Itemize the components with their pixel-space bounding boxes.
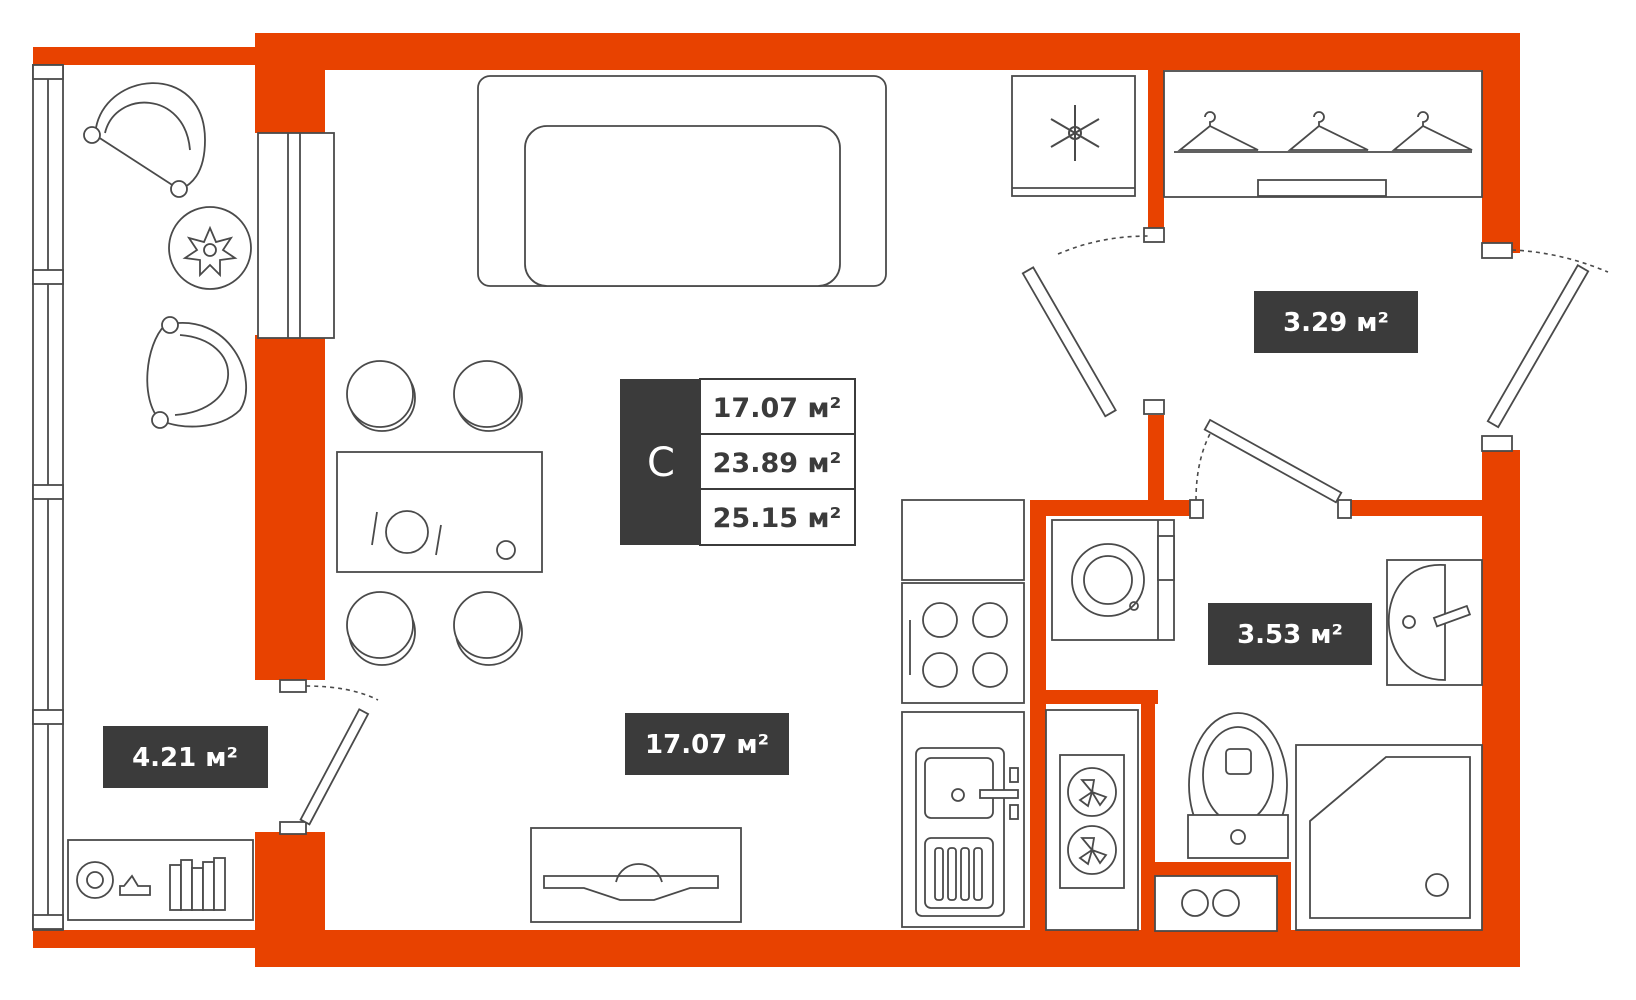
sink-icon xyxy=(901,711,1025,928)
kitchen xyxy=(901,499,1025,928)
shower-icon xyxy=(1295,744,1483,931)
summary-table: С 17.07 м² 23.89 м² 25.15 м² xyxy=(620,378,856,546)
summary-area-living: 17.07 м² xyxy=(713,393,842,424)
dining-set xyxy=(336,360,543,666)
hall-area-label: 3.29 м² xyxy=(1283,308,1389,338)
fridge-snowflake-icon xyxy=(1011,75,1136,197)
fan-icon xyxy=(1045,709,1139,931)
floor-plan: С 17.07 м² 23.89 м² 25.15 м² 17.07 м² 4.… xyxy=(32,33,1609,967)
sofa-icon xyxy=(477,75,887,287)
main-room-area-label: 17.07 м² xyxy=(645,730,769,760)
washing-machine-icon xyxy=(1051,519,1175,641)
armchair-icon xyxy=(83,82,206,198)
bathroom-door[interactable] xyxy=(1189,418,1352,519)
bathroom-area-label: 3.53 м² xyxy=(1237,620,1343,650)
shelf xyxy=(67,839,254,921)
apartment-type-letter: С xyxy=(647,440,675,486)
armchair-icon xyxy=(146,316,248,429)
tv-icon xyxy=(530,827,742,923)
balcony xyxy=(32,64,379,931)
entrance-door[interactable] xyxy=(1481,242,1609,452)
flower-icon xyxy=(168,206,252,290)
meter xyxy=(1154,875,1278,932)
balcony-door[interactable] xyxy=(279,679,379,835)
wardrobe xyxy=(1163,70,1483,198)
basin xyxy=(1386,559,1483,686)
toilet-icon xyxy=(1187,712,1289,859)
summary-area-with-balcony: 25.15 м² xyxy=(713,503,842,534)
stove-icon xyxy=(901,582,1025,704)
hall-door[interactable] xyxy=(1021,227,1165,418)
balcony-area-label: 4.21 м² xyxy=(132,743,238,773)
summary-area-total: 23.89 м² xyxy=(713,448,842,479)
